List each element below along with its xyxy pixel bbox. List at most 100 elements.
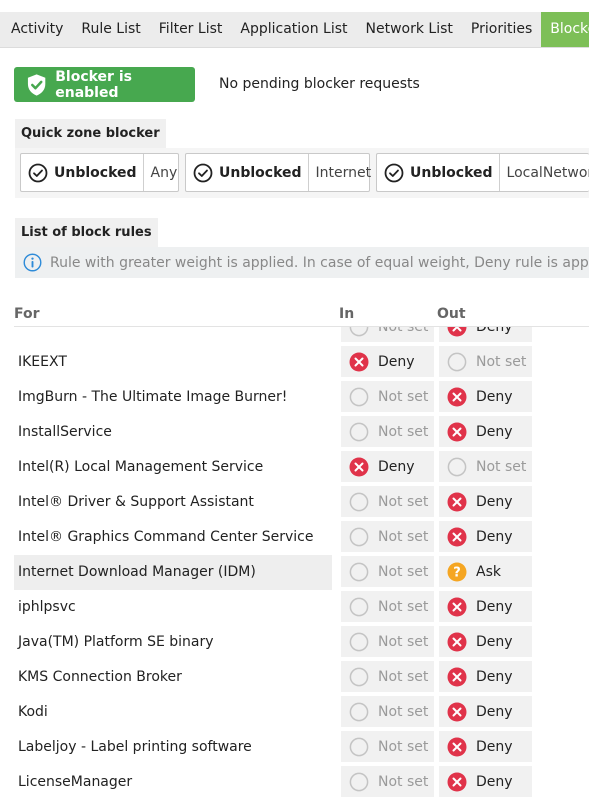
info-text: Rule with greater weight is applied. In … [50,254,589,271]
out-rule-cell[interactable]: Deny [439,766,532,797]
table-row[interactable]: KMS Connection Broker Not set Deny [0,660,589,695]
column-header-in[interactable]: In [339,306,354,322]
tab-filter-list[interactable]: Filter List [150,12,232,47]
deny-x-icon [447,667,467,686]
deny-x-icon [447,527,467,546]
out-rule-cell[interactable]: Not set [439,346,532,377]
zone-internet-button[interactable]: Unblocked Internet [185,153,371,192]
deny-x-icon [447,702,467,721]
out-rule-label: Deny [476,493,513,510]
out-rule-cell[interactable]: ? Ask [439,556,532,587]
in-rule-cell[interactable]: Not set [341,556,434,587]
app-name: Java(TM) Platform SE binary [18,634,214,650]
in-rule-label: Deny [378,353,415,370]
column-header-out[interactable]: Out [437,306,466,322]
quick-zone-header: Quick zone blocker [15,119,166,149]
out-rule-cell[interactable]: Deny [439,731,532,762]
deny-x-icon [447,422,467,441]
table-row[interactable]: Java(TM) Platform SE binary Not set Deny [0,625,589,660]
empty-circle-icon [349,562,369,581]
out-rule-label: Deny [476,423,513,440]
out-rule-cell[interactable]: Deny [439,381,532,412]
in-rule-cell[interactable]: Not set [341,591,434,622]
in-rule-cell[interactable]: Not set [341,327,434,342]
table-row[interactable]: InstallService Not set Deny [0,415,589,450]
table-row[interactable]: IKEEXT Deny Not set [0,345,589,380]
out-rule-cell[interactable]: Deny [439,696,532,727]
table-row[interactable]: Intel(R) Local Management Service Deny Not… [0,450,589,485]
empty-circle-icon [349,632,369,651]
zone-state-label: Unblocked [219,164,302,181]
app-name: Intel(R) Local Management Service [18,459,264,475]
in-rule-cell[interactable]: Not set [341,626,434,657]
zone-localnetwork-button[interactable]: Unblocked LocalNetwork [376,153,589,192]
in-rule-label: Not set [378,423,429,440]
out-rule-cell[interactable]: Deny [439,486,532,517]
deny-x-icon [447,327,467,336]
table-row[interactable]: Not set Deny [0,327,589,345]
table-row[interactable]: iphlpsvc Not set Deny [0,590,589,625]
in-rule-label: Not set [378,668,429,685]
empty-circle-icon [349,387,369,406]
table-row[interactable]: Intel® Driver & Support Assistant Not set… [0,485,589,520]
tab-activity[interactable]: Activity [0,12,72,47]
in-rule-cell[interactable]: Not set [341,521,434,552]
in-rule-cell[interactable]: Not set [341,696,434,727]
deny-x-icon [349,457,369,476]
app-name: iphlpsvc [18,599,76,615]
in-rule-cell[interactable]: Deny [341,346,434,377]
in-rule-cell[interactable]: Not set [341,416,434,447]
empty-circle-icon [349,772,369,791]
app-name: Intel® Driver & Support Assistant [18,494,254,510]
in-rule-cell[interactable]: Deny [341,451,434,482]
zone-any-button[interactable]: Unblocked Any [20,153,179,192]
deny-x-icon [447,597,467,616]
out-rule-cell[interactable]: Deny [439,626,532,657]
in-rule-cell[interactable]: Not set [341,731,434,762]
in-rule-cell[interactable]: Not set [341,381,434,412]
in-rule-label: Deny [378,458,415,475]
out-rule-label: Not set [476,353,527,370]
app-name [14,327,332,345]
svg-text:?: ? [453,565,461,580]
in-rule-label: Not set [378,528,429,545]
out-rule-label: Deny [476,327,513,335]
out-rule-cell[interactable]: Deny [439,591,532,622]
in-rule-cell[interactable]: Not set [341,661,434,692]
out-rule-cell[interactable]: Not set [439,451,532,482]
in-rule-label: Not set [378,388,429,405]
column-header-for[interactable]: For [14,306,40,322]
check-circle-icon [193,163,213,182]
empty-circle-icon [349,492,369,511]
zone-state-label: Unblocked [54,164,137,181]
out-rule-cell[interactable]: Deny [439,521,532,552]
tab-priorities[interactable]: Priorities [462,12,541,47]
out-rule-cell[interactable]: Deny [439,661,532,692]
info-bar: Rule with greater weight is applied. In … [15,247,589,278]
in-rule-label: Not set [378,773,429,790]
table-row[interactable]: Internet Download Manager (IDM) Not set? A… [0,555,589,590]
in-rule-label: Not set [378,327,428,335]
out-rule-cell[interactable]: Deny [439,416,532,447]
in-rule-cell[interactable]: Not set [341,766,434,797]
table-row[interactable]: Kodi Not set Deny [0,695,589,730]
tab-blocker[interactable]: Blocker [541,12,589,47]
out-rule-label: Deny [476,388,513,405]
deny-x-icon [447,632,467,651]
in-rule-label: Not set [378,598,429,615]
tab-rule-list[interactable]: Rule List [72,12,149,47]
table-row[interactable]: ImgBurn - The Ultimate Image Burner! Not … [0,380,589,415]
empty-circle-icon [349,422,369,441]
blocker-enabled-button[interactable]: Blocker is enabled [14,67,195,102]
table-row[interactable]: Labeljoy - Label printing software Not se… [0,730,589,765]
in-rule-cell[interactable]: Not set [341,486,434,517]
empty-circle-icon [349,527,369,546]
tab-application-list[interactable]: Application List [231,12,356,47]
out-rule-label: Deny [476,528,513,545]
out-rule-cell[interactable]: Deny [439,327,532,342]
tab-network-list[interactable]: Network List [357,12,462,47]
table-row[interactable]: Intel® Graphics Command Center Service No… [0,520,589,555]
out-rule-label: Deny [476,633,513,650]
table-row[interactable]: LicenseManager Not set Deny [0,765,589,797]
app-name: Kodi [18,704,48,720]
